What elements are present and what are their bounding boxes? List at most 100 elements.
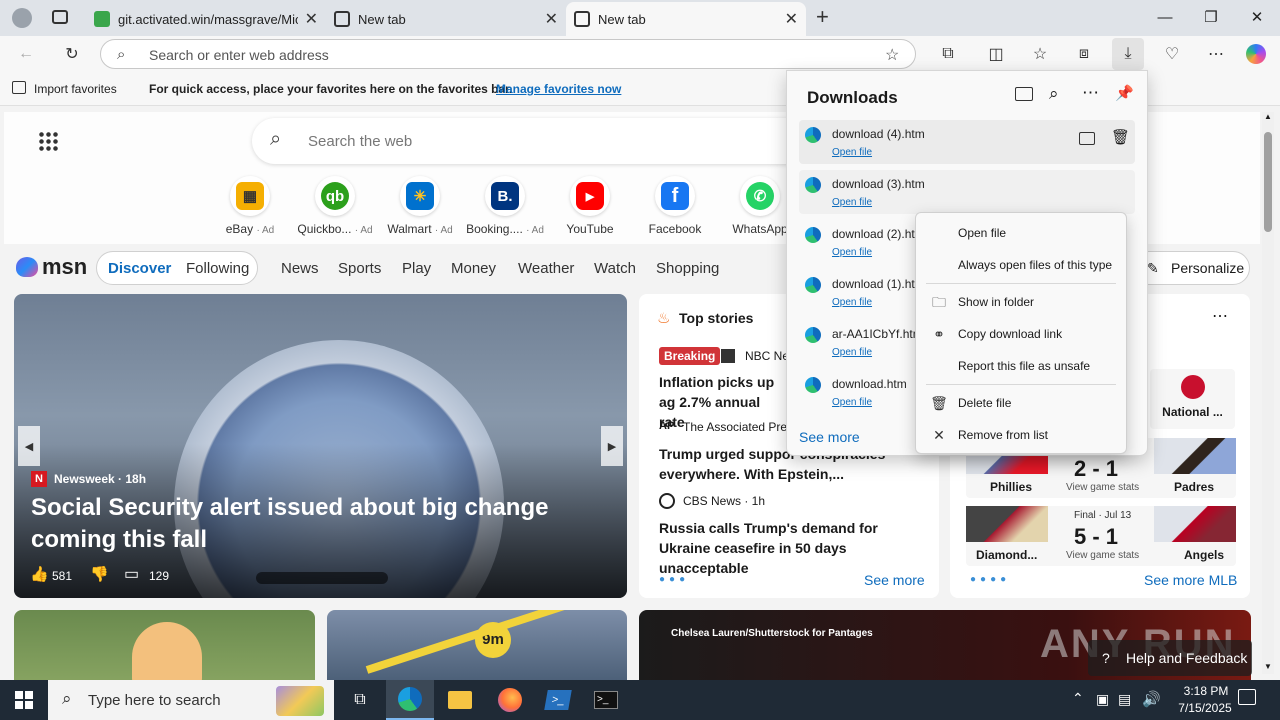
tab-new-tab-1[interactable]: New tab ✕ xyxy=(326,4,566,34)
open-downloads-folder-icon[interactable] xyxy=(1015,87,1033,101)
clock-date[interactable]: 7/15/2025 xyxy=(1170,701,1240,715)
show-in-folder-icon[interactable] xyxy=(1079,132,1095,145)
browser-essentials-icon[interactable]: ♡ xyxy=(1160,42,1184,66)
more-options-icon[interactable]: ⋯ xyxy=(1204,42,1228,66)
quick-link-booking[interactable]: B. Booking.... · Ad xyxy=(465,176,545,236)
top-stories-see-more[interactable]: See more xyxy=(864,572,925,588)
nav-news[interactable]: News xyxy=(281,260,319,277)
nav-watch[interactable]: Watch xyxy=(594,260,636,277)
more-options-icon[interactable]: ⋯ xyxy=(1082,83,1099,103)
split-screen-icon[interactable]: ◫ xyxy=(984,42,1008,66)
quick-link-facebook[interactable]: f Facebook xyxy=(635,176,715,236)
open-file-link[interactable]: Open file xyxy=(832,197,872,208)
quick-link-ebay[interactable]: ▦ eBay · Ad xyxy=(210,176,290,236)
network-icon[interactable]: ▤ xyxy=(1118,691,1131,708)
nav-discover[interactable]: Discover xyxy=(108,260,171,277)
page-scrollbar[interactable]: ▲ ▼ xyxy=(1262,112,1274,674)
open-file-link[interactable]: Open file xyxy=(832,247,872,258)
scroll-up-icon[interactable]: ▲ xyxy=(1264,112,1272,121)
menu-report-unsafe[interactable]: Report this file as unsafe xyxy=(916,351,1126,381)
close-tab-icon[interactable]: ✕ xyxy=(545,9,558,29)
new-tab-button[interactable]: + xyxy=(816,4,829,30)
terminal-button[interactable]: >_ xyxy=(582,680,630,720)
favorites-icon[interactable]: ☆ xyxy=(1028,42,1052,66)
help-feedback-button[interactable]: ? Help and Feedback xyxy=(1088,640,1252,676)
pin-icon[interactable]: 📌 xyxy=(1115,84,1134,102)
menu-delete-file[interactable]: 🗑 Delete file xyxy=(916,388,1126,418)
edge-taskbar-button[interactable] xyxy=(386,680,434,720)
nav-sports[interactable]: Sports xyxy=(338,260,381,277)
file-explorer-button[interactable] xyxy=(436,680,484,720)
scroll-down-icon[interactable]: ▼ xyxy=(1264,662,1272,671)
maximize-button[interactable]: ❐ xyxy=(1188,0,1234,34)
download-item[interactable]: download (4).htm Open file 🗑 xyxy=(799,120,1135,164)
powershell-button[interactable]: >_ xyxy=(534,680,582,720)
apps-grid-icon[interactable] xyxy=(38,131,58,151)
close-tab-icon[interactable]: ✕ xyxy=(785,9,798,29)
close-window-button[interactable]: ✕ xyxy=(1234,0,1280,34)
taskbar-search-box[interactable]: ⌕ Type here to search xyxy=(48,680,334,720)
nav-money[interactable]: Money xyxy=(451,260,496,277)
import-favorites-link[interactable]: Import favorites xyxy=(34,82,117,96)
menu-remove-from-list[interactable]: ✕ Remove from list xyxy=(916,420,1126,450)
copilot-icon[interactable] xyxy=(1246,44,1266,64)
open-file-link[interactable]: Open file xyxy=(832,397,872,408)
refresh-icon[interactable]: ↻ xyxy=(60,42,84,66)
tab-new-tab-2[interactable]: New tab ✕ xyxy=(566,2,806,36)
profile-icon[interactable] xyxy=(12,8,32,28)
download-item[interactable]: download (3).htm Open file xyxy=(799,170,1135,214)
nav-weather[interactable]: Weather xyxy=(518,260,574,277)
web-search-box[interactable]: ⌕ Search the web xyxy=(252,118,812,164)
hero-headline[interactable]: Social Security alert issued about big c… xyxy=(31,492,616,556)
menu-always-open[interactable]: Always open files of this type xyxy=(916,250,1126,280)
clock-time[interactable]: 3:18 PM xyxy=(1174,684,1238,698)
delete-icon[interactable]: 🗑 xyxy=(1111,128,1130,146)
nav-shopping[interactable]: Shopping xyxy=(656,260,719,277)
menu-open-file[interactable]: Open file xyxy=(916,218,1126,248)
msn-logo[interactable]: msn xyxy=(16,254,87,280)
manage-favorites-link[interactable]: Manage favorites now xyxy=(496,82,621,96)
prev-slide-button[interactable]: ◀ xyxy=(18,426,40,466)
tray-chevron-icon[interactable]: ⌃ xyxy=(1072,690,1084,707)
open-file-link[interactable]: Open file xyxy=(832,347,872,358)
story-headline[interactable]: Russia calls Trump's demand for Ukraine … xyxy=(659,518,921,578)
task-view-button[interactable]: ⧉ xyxy=(336,680,384,720)
personalize-button[interactable]: ✎ Personalize xyxy=(1132,251,1250,285)
comment-icon[interactable]: ▭ xyxy=(124,564,139,584)
tab-git-activated[interactable]: git.activated.win/massgrave/Micr ✕ xyxy=(86,4,326,34)
dislike-icon[interactable]: 👎 xyxy=(90,565,109,583)
nav-following[interactable]: Following xyxy=(186,260,249,277)
notifications-icon[interactable] xyxy=(1238,689,1256,705)
search-downloads-icon[interactable]: ⌕ xyxy=(1049,84,1059,104)
quick-link-quickbooks[interactable]: qb Quickbo... · Ad xyxy=(295,176,375,236)
close-tab-icon[interactable]: ✕ xyxy=(305,9,318,29)
scroll-thumb[interactable] xyxy=(1264,132,1272,232)
national-league-tile[interactable]: National ... xyxy=(1150,369,1235,429)
quick-link-youtube[interactable]: ▶ YouTube xyxy=(550,176,630,236)
news-card-1[interactable] xyxy=(14,610,315,680)
next-slide-button[interactable]: ▶ xyxy=(601,426,623,466)
menu-copy-link[interactable]: ⚭ Copy download link xyxy=(916,319,1126,349)
open-file-link[interactable]: Open file xyxy=(832,147,872,158)
like-icon[interactable]: 👍 xyxy=(30,565,49,583)
favorite-star-icon[interactable]: ☆ xyxy=(885,45,899,65)
more-icon[interactable]: ⋯ xyxy=(1212,306,1228,326)
nav-play[interactable]: Play xyxy=(402,260,431,277)
address-bar[interactable]: ⌕ Search or enter web address ☆ xyxy=(100,39,916,69)
tab-actions-icon[interactable] xyxy=(52,10,68,24)
extensions-icon[interactable]: ⧉ xyxy=(936,42,960,66)
downloads-see-more[interactable]: See more xyxy=(799,429,860,445)
collections-icon[interactable]: ⧈ xyxy=(1072,42,1096,66)
tray-app-icon[interactable]: ▣ xyxy=(1096,691,1109,708)
news-card-2[interactable]: 9m xyxy=(327,610,627,680)
back-icon[interactable]: ← xyxy=(14,42,38,66)
start-button[interactable] xyxy=(0,680,48,720)
hero-card[interactable]: ◀ ▶ N Newsweek · 18h Social Security ale… xyxy=(14,294,627,598)
quick-link-walmart[interactable]: ✳ Walmart · Ad xyxy=(380,176,460,236)
game-row[interactable]: Diamond... Final · Jul 13 5 - 1 View gam… xyxy=(966,506,1236,566)
volume-icon[interactable]: 🔊 xyxy=(1142,690,1161,708)
downloads-icon[interactable]: ⤓ xyxy=(1112,38,1144,70)
firefox-button[interactable] xyxy=(486,680,534,720)
open-file-link[interactable]: Open file xyxy=(832,297,872,308)
minimize-button[interactable]: — xyxy=(1142,0,1188,34)
